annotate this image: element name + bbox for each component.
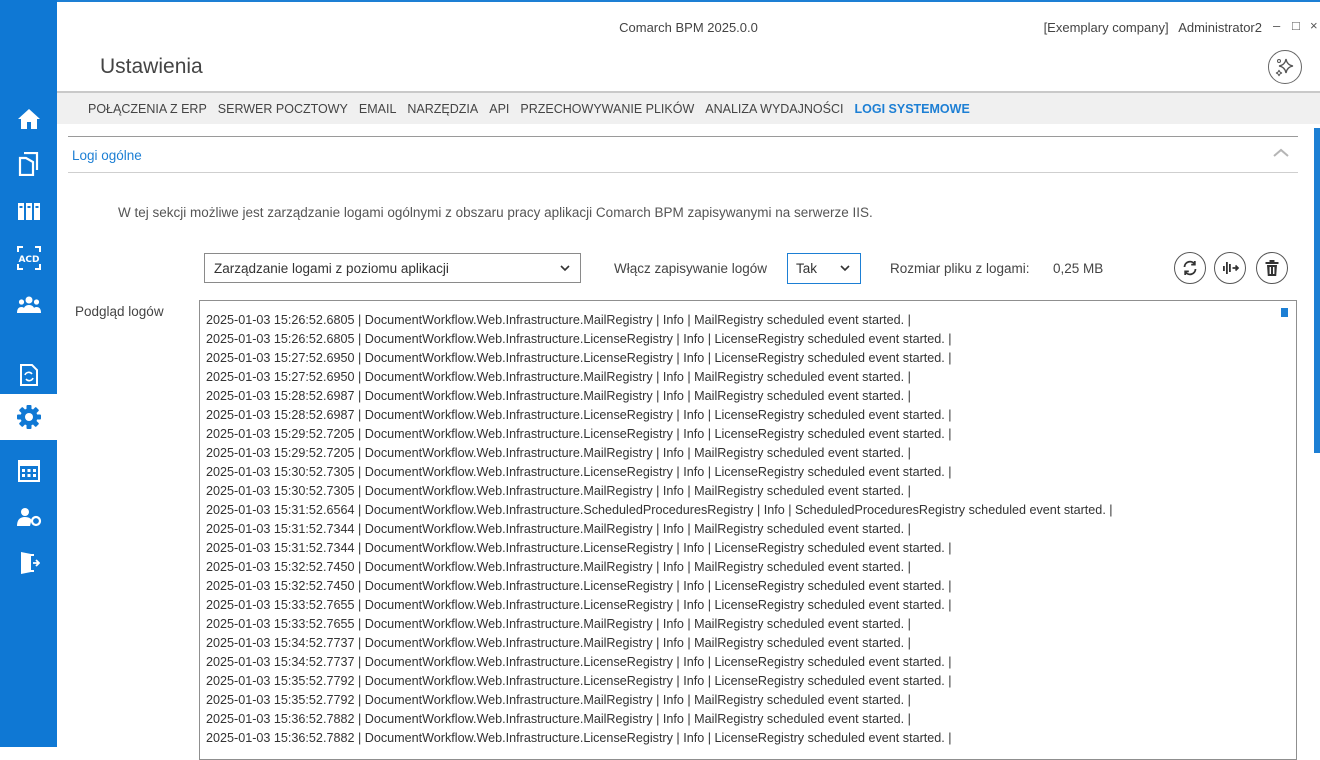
log-line: 2025-01-03 15:28:52.6987 | DocumentWorkf… bbox=[206, 389, 911, 403]
minimize-button[interactable]: – bbox=[1273, 18, 1280, 33]
sparkles-icon bbox=[1275, 58, 1294, 77]
document-sync-icon bbox=[19, 364, 38, 386]
user-settings-icon bbox=[16, 508, 41, 527]
log-line: 2025-01-03 15:31:52.7344 | DocumentWorkf… bbox=[206, 522, 911, 536]
tab-email[interactable]: EMAIL bbox=[359, 102, 397, 116]
log-preview-label: Podgląd logów bbox=[75, 304, 164, 319]
download-icon bbox=[1223, 262, 1240, 274]
log-line: 2025-01-03 15:33:52.7655 | DocumentWorkf… bbox=[206, 598, 952, 612]
sidebar: ACD bbox=[0, 0, 57, 747]
page-scrollbar[interactable] bbox=[1314, 128, 1320, 453]
sidebar-item-home[interactable] bbox=[0, 96, 57, 142]
log-line: 2025-01-03 15:35:52.7792 | DocumentWorkf… bbox=[206, 674, 952, 688]
section-title: Logi ogólne bbox=[72, 148, 142, 163]
log-line: 2025-01-03 15:28:52.6987 | DocumentWorkf… bbox=[206, 408, 952, 422]
log-line: 2025-01-03 15:32:52.7450 | DocumentWorkf… bbox=[206, 560, 911, 574]
logout-icon bbox=[20, 552, 40, 574]
company-name[interactable]: [Exemplary company] bbox=[1044, 20, 1169, 35]
section-divider-bottom bbox=[68, 172, 1298, 173]
ocr-acd-icon: ACD bbox=[16, 246, 41, 270]
collapse-section-button[interactable] bbox=[1272, 144, 1290, 162]
tab-system-logs[interactable]: LOGI SYSTEMOWE bbox=[855, 102, 970, 116]
log-line: 2025-01-03 15:27:52.6950 | DocumentWorkf… bbox=[206, 370, 911, 384]
sidebar-item-binders[interactable] bbox=[0, 188, 57, 234]
sidebar-item-settings[interactable] bbox=[0, 394, 57, 440]
sidebar-item-logout[interactable] bbox=[0, 540, 57, 586]
users-icon bbox=[16, 296, 41, 313]
tab-erp-connections[interactable]: POŁĄCZENIA Z ERP bbox=[88, 102, 207, 116]
chevron-up-icon bbox=[1273, 148, 1289, 157]
close-button[interactable]: × bbox=[1310, 18, 1318, 33]
chevron-down-icon bbox=[840, 265, 850, 272]
log-line: 2025-01-03 15:26:52.6805 | DocumentWorkf… bbox=[206, 332, 952, 346]
log-line: 2025-01-03 15:34:52.7737 | DocumentWorkf… bbox=[206, 636, 911, 650]
calendar-icon bbox=[17, 460, 40, 482]
sidebar-item-calendar[interactable] bbox=[0, 448, 57, 494]
download-logs-button[interactable] bbox=[1214, 252, 1246, 284]
section-description: W tej sekcji możliwe jest zarządzanie lo… bbox=[118, 205, 873, 220]
log-scrollbar-thumb[interactable] bbox=[1281, 308, 1288, 317]
log-lines: 2025-01-03 15:26:52.6805 | DocumentWorkf… bbox=[206, 311, 1113, 748]
log-line: 2025-01-03 15:31:52.6564 | DocumentWorkf… bbox=[206, 503, 1113, 517]
refresh-icon bbox=[1183, 260, 1197, 276]
svg-text:ACD: ACD bbox=[18, 255, 39, 265]
settings-tab-bar: POŁĄCZENIA Z ERP SERWER POCZTOWY EMAIL N… bbox=[57, 91, 1320, 124]
log-line: 2025-01-03 15:29:52.7205 | DocumentWorkf… bbox=[206, 446, 911, 460]
gear-icon bbox=[16, 405, 41, 429]
delete-logs-button[interactable] bbox=[1256, 252, 1288, 284]
section-divider-top bbox=[68, 136, 1298, 137]
log-line: 2025-01-03 15:29:52.7205 | DocumentWorkf… bbox=[206, 427, 952, 441]
tab-tools[interactable]: NARZĘDZIA bbox=[407, 102, 478, 116]
enable-logging-select[interactable]: Tak bbox=[787, 253, 861, 284]
enable-logging-label: Włącz zapisywanie logów bbox=[614, 261, 768, 276]
log-line: 2025-01-03 15:34:52.7737 | DocumentWorkf… bbox=[206, 655, 952, 669]
top-accent-line bbox=[57, 0, 1320, 2]
sidebar-item-users[interactable] bbox=[0, 282, 57, 328]
company-user-info: [Exemplary company] Administrator2 bbox=[1044, 20, 1262, 35]
log-management-value: Zarządzanie logami z poziomu aplikacji bbox=[214, 261, 449, 276]
tab-mail-server[interactable]: SERWER POCZTOWY bbox=[218, 102, 348, 116]
chevron-down-icon bbox=[560, 265, 570, 272]
sidebar-item-ocr[interactable]: ACD bbox=[0, 235, 57, 281]
log-management-select[interactable]: Zarządzanie logami z poziomu aplikacji bbox=[204, 253, 581, 283]
log-line: 2025-01-03 15:36:52.7882 | DocumentWorkf… bbox=[206, 712, 911, 726]
sidebar-item-document-sync[interactable] bbox=[0, 352, 57, 398]
page-title: Ustawienia bbox=[100, 55, 203, 78]
user-name[interactable]: Administrator2 bbox=[1178, 20, 1262, 35]
log-line: 2025-01-03 15:36:52.7882 | DocumentWorkf… bbox=[206, 731, 952, 745]
sidebar-item-user-settings[interactable] bbox=[0, 494, 57, 540]
log-line: 2025-01-03 15:30:52.7305 | DocumentWorkf… bbox=[206, 484, 911, 498]
sidebar-item-documents[interactable] bbox=[0, 141, 57, 187]
ai-assistant-button[interactable] bbox=[1268, 50, 1302, 84]
file-size-value: 0,25 MB bbox=[1053, 261, 1104, 276]
tab-api[interactable]: API bbox=[489, 102, 509, 116]
log-line: 2025-01-03 15:31:52.7344 | DocumentWorkf… bbox=[206, 541, 952, 555]
tab-file-storage[interactable]: PRZECHOWYWANIE PLIKÓW bbox=[520, 102, 694, 116]
log-line: 2025-01-03 15:32:52.7450 | DocumentWorkf… bbox=[206, 579, 952, 593]
binders-icon bbox=[17, 203, 40, 220]
log-line: 2025-01-03 15:27:52.6950 | DocumentWorkf… bbox=[206, 351, 952, 365]
tab-performance-analysis[interactable]: ANALIZA WYDAJNOŚCI bbox=[705, 102, 843, 116]
log-line: 2025-01-03 15:33:52.7655 | DocumentWorkf… bbox=[206, 617, 911, 631]
maximize-button[interactable]: □ bbox=[1292, 18, 1300, 33]
home-icon bbox=[17, 109, 40, 129]
documents-icon bbox=[18, 152, 38, 176]
delete-icon bbox=[1265, 260, 1279, 276]
log-line: 2025-01-03 15:26:52.6805 | DocumentWorkf… bbox=[206, 313, 911, 327]
file-size-label: Rozmiar pliku z logami: bbox=[890, 261, 1030, 276]
enable-logging-value: Tak bbox=[796, 261, 818, 276]
refresh-logs-button[interactable] bbox=[1174, 252, 1206, 284]
log-line: 2025-01-03 15:30:52.7305 | DocumentWorkf… bbox=[206, 465, 952, 479]
log-line: 2025-01-03 15:35:52.7792 | DocumentWorkf… bbox=[206, 693, 911, 707]
log-preview-textarea[interactable]: 2025-01-03 15:26:52.6805 | DocumentWorkf… bbox=[199, 300, 1297, 760]
